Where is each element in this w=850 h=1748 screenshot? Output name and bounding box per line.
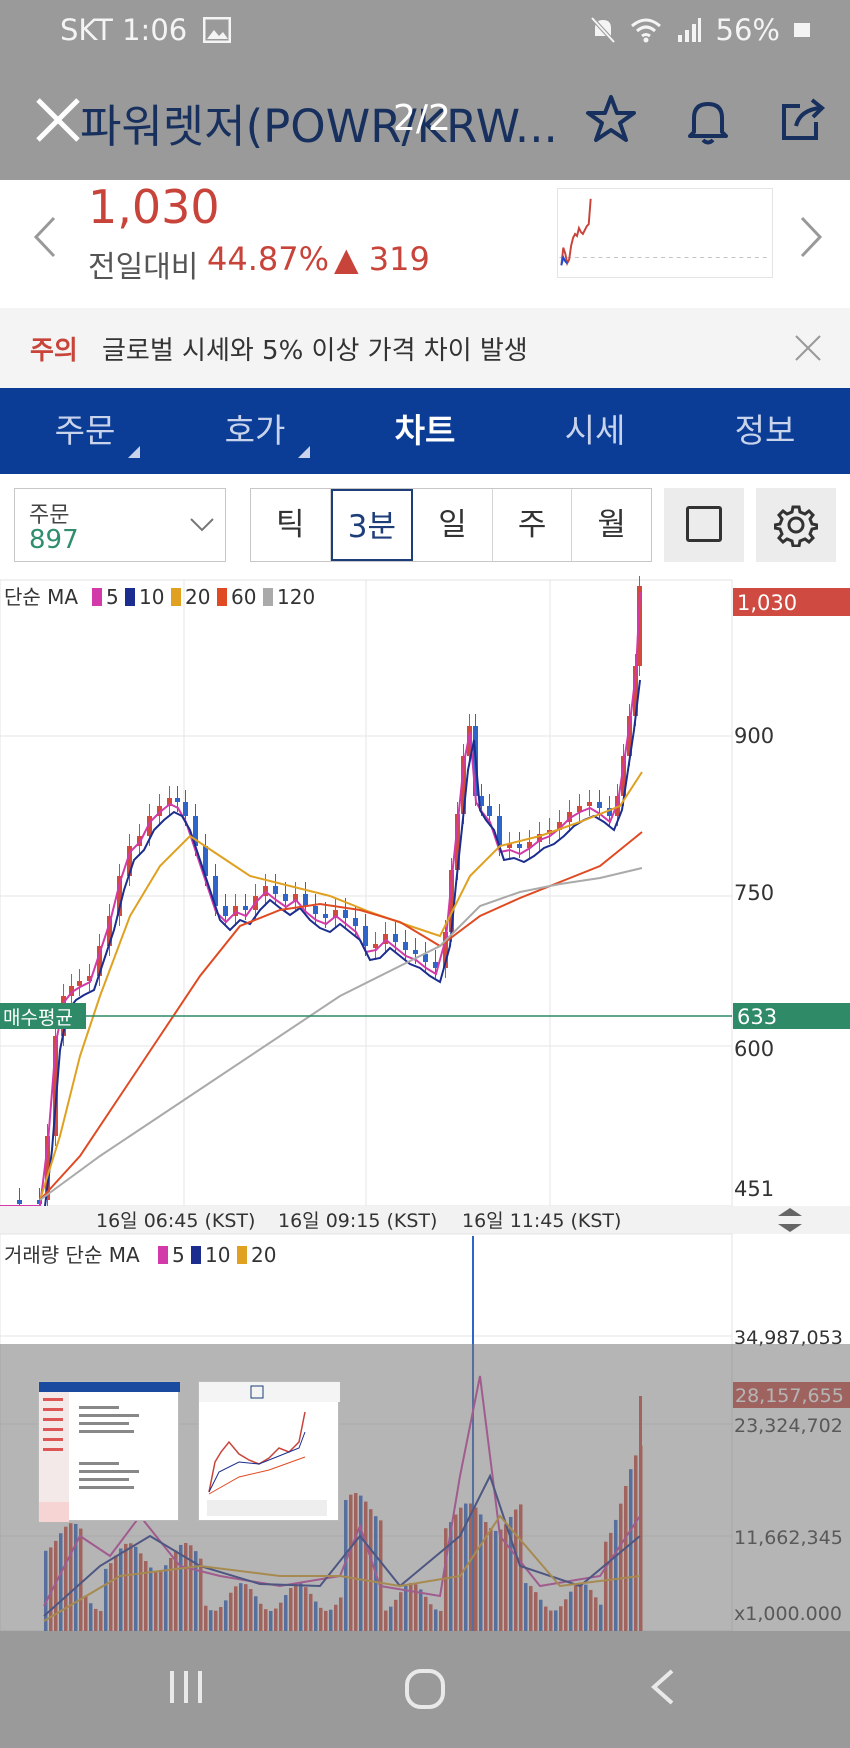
change-amount: ▲ 319 [334,240,430,278]
warning-message: 글로벌 시세와 5% 이상 가격 차이 발생 [102,336,528,366]
time-label: 16일 09:15 (KST) [278,1210,437,1232]
thumbnail-chart[interactable] [198,1381,340,1521]
main-tabs: 주문 호가 차트 시세 정보 [0,388,850,474]
asset-title: 파워렛저(POWR/KRW... [80,100,558,153]
close-icon[interactable] [32,94,84,146]
menu-triangle-icon [298,446,310,458]
dismiss-icon[interactable] [794,334,822,362]
bell-icon[interactable] [680,92,736,148]
screenshot-viewer: SKT 1:06 56% 파워렛저(POWR/KRW... 2/2 1,030 … [0,0,850,1748]
battery-percent: 56% [715,13,780,47]
period-3min[interactable]: 3분 [330,489,414,561]
period-day[interactable]: 일 [413,489,493,561]
current-price-tag: 1,030 [737,591,797,615]
time-label: 16일 06:45 (KST) [96,1210,255,1232]
warning-notice: 주의 글로벌 시세와 5% 이상 가격 차이 발생 [0,308,850,388]
tab-orderbook[interactable]: 호가 [170,388,340,474]
carrier-time: SKT 1:06 [60,13,188,47]
change-percent: 44.87% [207,240,330,278]
signal-icon [677,18,701,42]
settings-button[interactable] [756,488,836,562]
price-y-tick: 750 [734,881,774,905]
period-month[interactable]: 월 [572,489,651,561]
ma-legend-label: 120 [277,585,315,609]
chevron-down-icon [190,518,214,532]
avg-buy-tag: 633 [737,1005,777,1029]
ma-legend-swatch [92,588,102,606]
ma-legend-label: 10 [139,585,164,609]
warning-tag: 주의 [30,336,78,366]
viewer-top-bar: 파워렛저(POWR/KRW... 2/2 [0,62,850,180]
gallery-notification-icon [203,17,232,43]
volume-legend-label: 10 [205,1243,230,1267]
order-dropdown[interactable]: 주문 897 [14,488,226,562]
current-price: 1,030 [88,180,220,234]
chevron-left-icon[interactable] [30,214,60,260]
share-icon[interactable] [776,92,832,148]
period-tick[interactable]: 틱 [251,489,331,561]
battery-icon [794,23,810,37]
ma-legend-label: 60 [231,585,256,609]
sparkline-chart [557,188,773,278]
ma-legend-label: 20 [185,585,210,609]
period-selector: 틱 3분 일 주 월 [250,488,652,562]
tab-chart[interactable]: 차트 [340,388,510,474]
volume-legend-swatch [237,1246,247,1264]
ma-legend-swatch [125,588,135,606]
ma-legend-title: 단순 MA [4,585,78,609]
volume-legend-swatch [158,1246,168,1264]
back-icon[interactable] [648,1667,678,1707]
ma-legend-swatch [263,588,273,606]
price-y-tick: 600 [734,1037,774,1061]
volume-legend-label: 20 [251,1243,276,1267]
volume-legend-swatch [191,1246,201,1264]
price-summary: 1,030 전일대비 44.87% ▲ 319 [0,180,850,308]
price-y-tick: 900 [734,724,774,748]
system-nav-bar [0,1631,850,1748]
tab-market-price[interactable]: 시세 [510,388,680,474]
image-counter: 2/2 [393,98,451,139]
ma-legend-label: 5 [106,585,119,609]
gear-icon [774,505,818,547]
square-icon [686,506,722,542]
chevron-right-icon[interactable] [796,214,826,260]
mute-icon [590,16,616,44]
period-week[interactable]: 주 [493,489,573,561]
volume-legend-title: 거래량 단순 MA [4,1243,140,1267]
star-icon[interactable] [583,92,639,148]
compare-label: 전일대비 [88,250,199,285]
ma-legend-swatch [171,588,181,606]
ma-legend-swatch [217,588,227,606]
price-y-tick: 451 [734,1177,774,1201]
recent-apps-icon[interactable] [166,1667,206,1707]
tab-order[interactable]: 주문 [0,388,170,474]
wifi-icon [630,18,661,43]
thumbnail-orderbook[interactable] [38,1381,180,1522]
home-icon[interactable] [403,1667,447,1711]
fullscreen-button[interactable] [664,488,744,562]
chart-toolbar: 주문 897 틱 3분 일 주 월 [0,474,850,576]
avg-buy-label: 매수평균 [3,1007,73,1029]
time-label: 16일 11:45 (KST) [462,1210,621,1232]
tab-info[interactable]: 정보 [680,388,850,474]
order-dropdown-value: 897 [29,525,79,555]
status-bar: SKT 1:06 56% [0,0,850,62]
menu-triangle-icon [128,446,140,458]
volume-legend-label: 5 [172,1243,185,1267]
